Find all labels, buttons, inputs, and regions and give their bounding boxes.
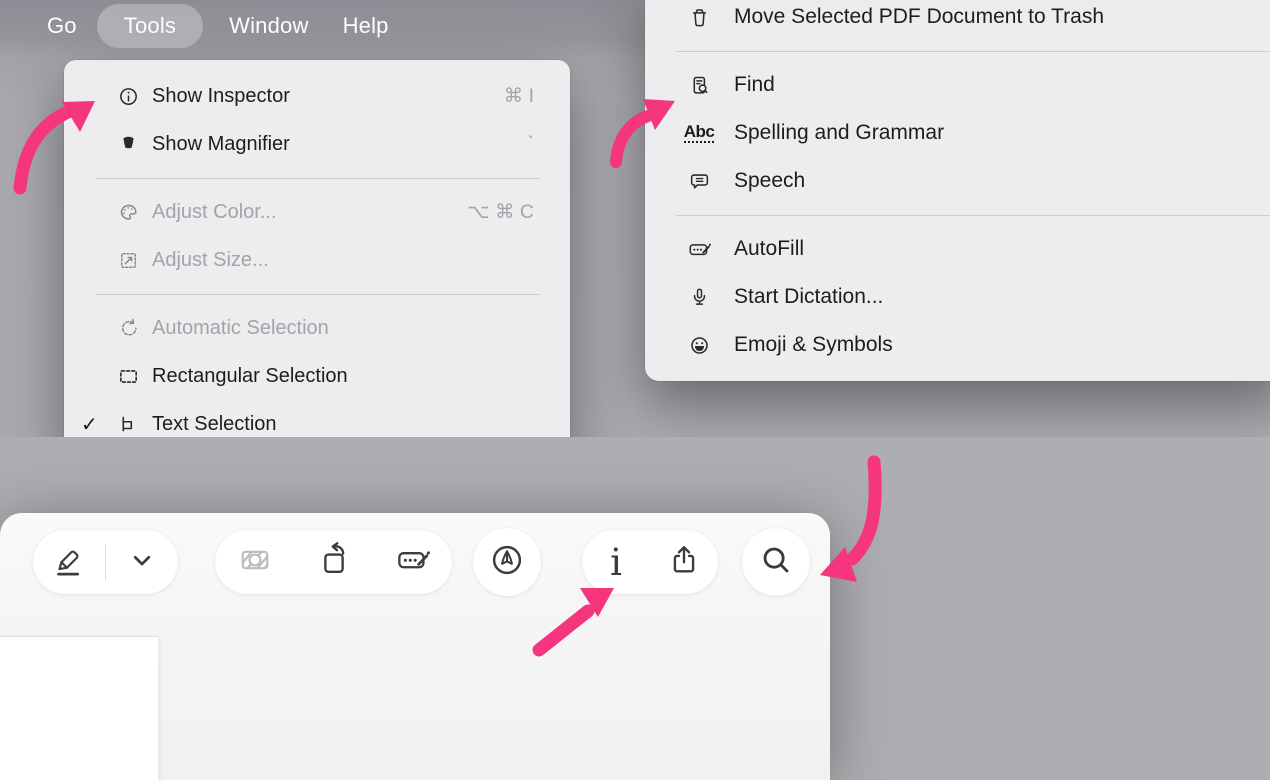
screenshot-root: { "colors": { "accent_pink": "#F5357E", … — [0, 0, 1270, 780]
toolbar-group-search — [742, 528, 810, 596]
menubar-item-tools[interactable]: Tools — [97, 4, 203, 48]
menu-item-automatic-selection: Automatic Selection — [64, 304, 570, 352]
menu-item-adjust-color: Adjust Color... ⌥ ⌘ C — [64, 188, 570, 236]
checkmark-icon: ✓ — [76, 412, 106, 437]
chevron-down-icon — [122, 540, 162, 585]
menu-item-label: Text Selection — [152, 413, 277, 436]
menu-item-label: Spelling and Grammar — [734, 121, 944, 145]
resize-icon — [106, 247, 150, 274]
autofill-field-toolbar-icon — [393, 540, 433, 585]
preview-window: i — [0, 513, 830, 780]
menu-item-spelling-and-grammar[interactable]: Abc Spelling and Grammar — [645, 109, 1270, 157]
rotate-left-icon — [314, 540, 354, 585]
menu-item-label: Start Dictation... — [734, 285, 883, 309]
menu-item-label: Speech — [734, 169, 805, 193]
menu-item-label: Emoji & Symbols — [734, 333, 893, 357]
abc-icon: Abc — [677, 123, 721, 144]
menu-item-label: Automatic Selection — [152, 317, 329, 340]
autofill-button[interactable] — [373, 530, 452, 594]
menu-item-text-selection[interactable]: ✓ Text Selection — [64, 400, 570, 437]
menu-item-show-magnifier[interactable]: Show Magnifier ` — [64, 120, 570, 168]
redact-icon — [235, 540, 275, 585]
window-section: i — [0, 437, 1270, 780]
rectangular-selection-icon — [106, 363, 150, 390]
menubar-item-window[interactable]: Window — [215, 4, 322, 48]
menu-item-speech[interactable]: Speech — [645, 157, 1270, 205]
speech-icon — [677, 168, 721, 195]
menu-item-show-inspector[interactable]: Show Inspector ⌘ I — [64, 72, 570, 120]
trash-icon — [677, 4, 721, 31]
markup-toolbar-toggle-button[interactable] — [473, 528, 541, 596]
palette-icon — [106, 199, 150, 226]
menu-item-rectangular-selection[interactable]: Rectangular Selection — [64, 352, 570, 400]
search-icon — [755, 539, 797, 586]
toolbar-group-edit-tools — [215, 530, 452, 594]
info-button[interactable]: i — [582, 530, 650, 594]
menu-item-shortcut: ⌘ I — [504, 84, 534, 108]
menu-item-label: Show Magnifier — [152, 133, 290, 156]
pen-nib-circle-icon — [486, 539, 528, 586]
share-icon — [664, 540, 704, 585]
menu-item-label: Adjust Color... — [152, 201, 277, 224]
tools-menu: Show Inspector ⌘ I Show Magnifier ` Adjust C… — [64, 60, 570, 437]
menubar-item-help[interactable]: Help — [329, 4, 403, 48]
menu-item-label: Rectangular Selection — [152, 365, 348, 388]
menu-item-label: Adjust Size... — [152, 249, 269, 272]
menu-item-shortcut: ⌥ ⌘ C — [467, 200, 534, 224]
redact-button — [215, 530, 294, 594]
emoji-icon — [677, 332, 721, 359]
menu-item-autofill[interactable]: AutoFill — [645, 225, 1270, 273]
markup-dropdown-button[interactable] — [106, 530, 178, 594]
markup-button[interactable] — [33, 530, 105, 594]
menus-section: GoToolsWindowHelp Show Inspector⌘ IShow … — [0, 0, 1270, 437]
menu-separator — [676, 215, 1270, 216]
info-icon: i — [610, 541, 622, 584]
rotate-button[interactable] — [294, 530, 373, 594]
menu-separator — [676, 51, 1270, 52]
menu-item-label: AutoFill — [734, 237, 804, 261]
menu-item-emoji-symbols[interactable]: Emoji & Symbols — [645, 321, 1270, 369]
document-page — [0, 637, 158, 780]
toolbar-group-markup-tools — [33, 530, 178, 594]
info-circle-icon — [106, 83, 150, 110]
share-button[interactable] — [650, 530, 718, 594]
window-toolbar: i — [0, 513, 830, 613]
menubar-item-go[interactable]: Go — [33, 4, 91, 48]
find-icon — [677, 72, 721, 99]
text-selection-icon — [106, 411, 150, 438]
microphone-icon — [677, 284, 721, 311]
context-menu: Move Selected PDF Document to Trash Find A… — [645, 0, 1270, 381]
auto-selection-icon — [106, 315, 150, 342]
menu-item-find[interactable]: Find — [645, 61, 1270, 109]
menu-item-start-dictation[interactable]: Start Dictation... — [645, 273, 1270, 321]
menu-item-shortcut: ` — [528, 133, 535, 156]
search-button[interactable] — [742, 528, 810, 596]
menu-item-move-selected-pdf-document-to-trash[interactable]: Move Selected PDF Document to Trash — [645, 0, 1270, 41]
loupe-icon — [106, 131, 150, 158]
menu-separator — [96, 178, 540, 179]
menu-separator — [96, 294, 540, 295]
menu-item-adjust-size: Adjust Size... — [64, 236, 570, 284]
menu-item-label: Show Inspector — [152, 85, 290, 108]
menu-item-label: Find — [734, 73, 775, 97]
menu-item-label: Move Selected PDF Document to Trash — [734, 5, 1104, 29]
autofill-field-icon — [677, 236, 721, 263]
info-icon: i — [610, 544, 622, 581]
markup-pencil-icon — [49, 540, 89, 585]
toolbar-group-info-share: i — [582, 530, 718, 594]
toolbar-group-markup-toggle — [473, 528, 541, 596]
abc-icon: Abc — [684, 123, 715, 144]
